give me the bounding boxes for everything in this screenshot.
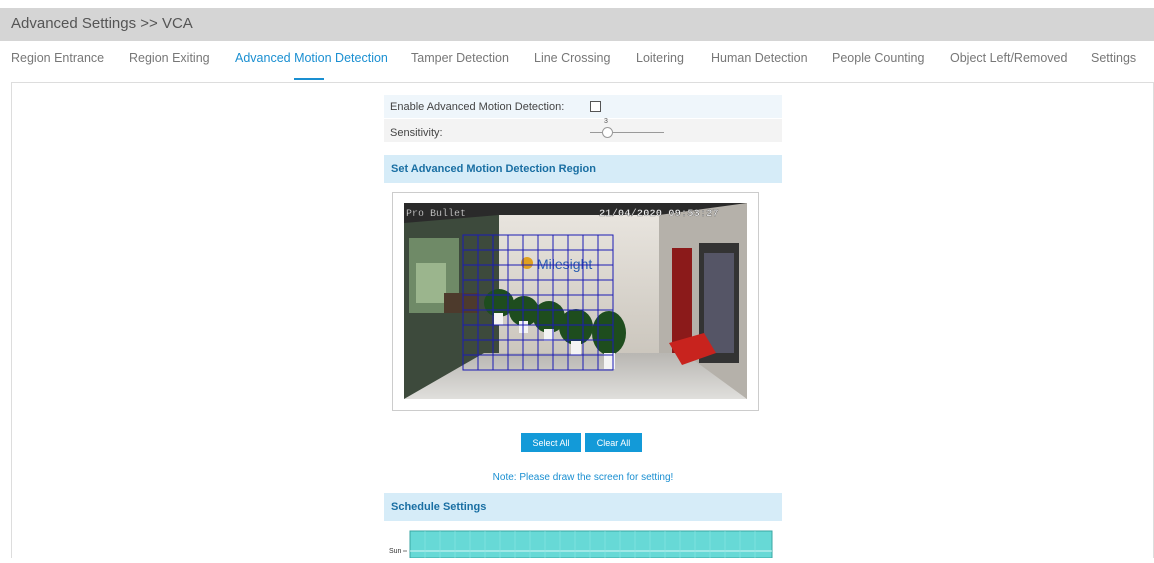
osd-camera-name: Pro Bullet (406, 208, 466, 220)
schedule-section-title: Schedule Settings (391, 501, 487, 513)
tab-line-crossing[interactable]: Line Crossing (534, 51, 610, 65)
tab-human-detection[interactable]: Human Detection (711, 51, 808, 65)
tab-loitering[interactable]: Loitering (636, 51, 684, 65)
schedule-grid[interactable]: Sun (386, 524, 776, 559)
tab-object-left-removed[interactable]: Object Left/Removed (950, 51, 1067, 65)
logo-text: Milesight (537, 256, 592, 272)
clear-all-button[interactable]: Clear All (585, 433, 642, 452)
tab-tamper-detection[interactable]: Tamper Detection (411, 51, 509, 65)
enable-label: Enable Advanced Motion Detection: (390, 101, 565, 113)
video-preview[interactable]: Milesight Pro Bullet 21/04/2020 09:53:27 (404, 203, 747, 399)
sensitivity-value: 3 (604, 118, 608, 125)
tab-advanced-motion-detection[interactable]: Advanced Motion Detection (235, 51, 388, 65)
sensitivity-row: Sensitivity: 3 (384, 118, 782, 142)
tab-settings[interactable]: Settings (1091, 51, 1136, 65)
region-section-title: Set Advanced Motion Detection Region (391, 163, 596, 175)
tab-region-entrance[interactable]: Region Entrance (11, 51, 104, 65)
active-tab-indicator (294, 78, 324, 80)
sensitivity-label: Sensitivity: (390, 127, 443, 139)
page-title: Advanced Settings >> VCA (11, 15, 193, 32)
schedule-chart: Sun (389, 530, 773, 559)
enable-row: Enable Advanced Motion Detection: (384, 95, 782, 118)
tab-bar: Region Entrance Region Exiting Advanced … (0, 41, 1154, 78)
region-section-header: Set Advanced Motion Detection Region (384, 155, 782, 183)
title-bar: Advanced Settings >> VCA (0, 8, 1154, 41)
schedule-section-header: Schedule Settings (384, 493, 782, 521)
tab-region-exiting[interactable]: Region Exiting (129, 51, 210, 65)
sensitivity-slider-handle[interactable] (602, 127, 613, 138)
tab-people-counting[interactable]: People Counting (832, 51, 924, 65)
select-all-button[interactable]: Select All (521, 433, 581, 452)
enable-checkbox[interactable] (590, 101, 601, 112)
schedule-day-label: Sun (389, 548, 402, 555)
camera-snapshot: Milesight Pro Bullet 21/04/2020 09:53:27 (404, 203, 747, 399)
draw-note: Note: Please draw the screen for setting… (492, 472, 674, 483)
osd-timestamp: 21/04/2020 09:53:27 (599, 208, 719, 220)
